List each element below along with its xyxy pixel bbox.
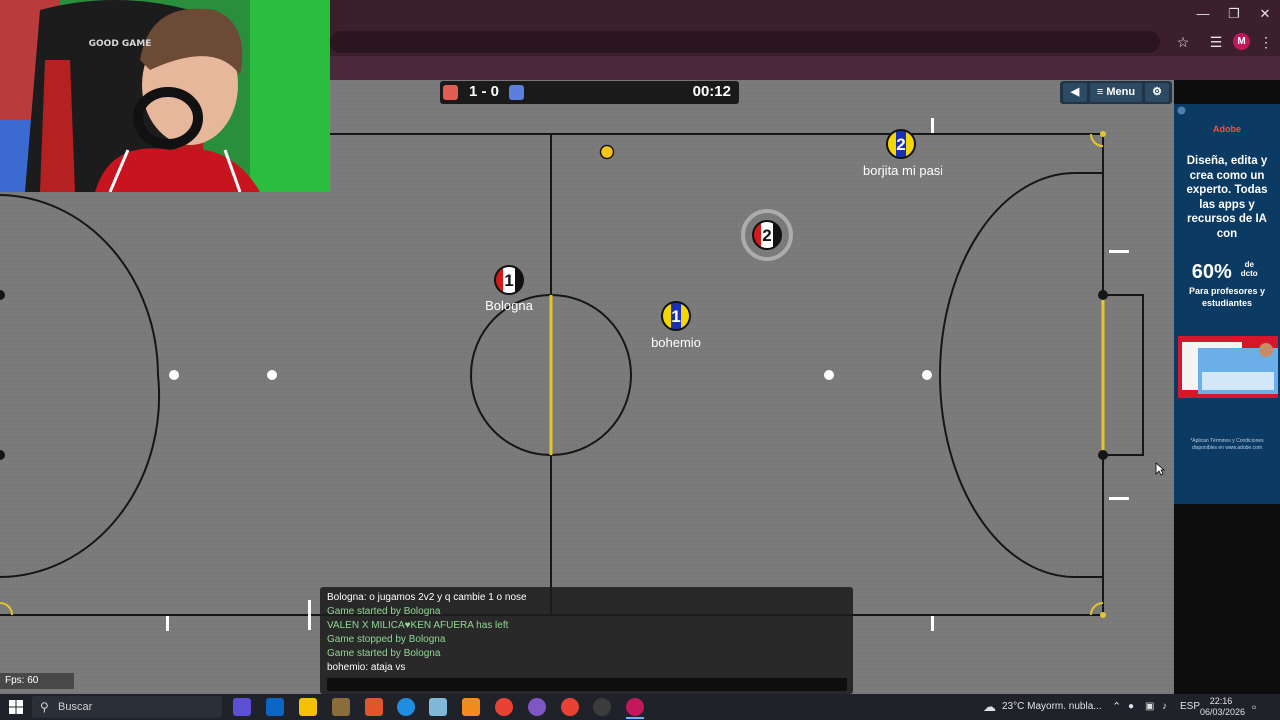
mouse-cursor-icon <box>1155 462 1165 476</box>
chat-input[interactable] <box>327 678 847 691</box>
language-indicator[interactable]: ESP <box>1180 694 1200 720</box>
ad-illustration <box>1178 336 1278 398</box>
player-disc-blue: 1 <box>661 301 691 331</box>
more-options-icon[interactable]: ⋮ <box>1256 32 1276 52</box>
player-name: Bologna <box>485 298 533 313</box>
network-icon[interactable]: ▣ <box>1145 694 1154 720</box>
chrome-active-icon[interactable] <box>626 698 644 716</box>
webcam-overlay: GOOD GAME <box>0 0 330 192</box>
ad-audience: Para profesores y estudiantes <box>1188 286 1266 308</box>
chrome-icon[interactable] <box>495 698 513 716</box>
ad-info-icon[interactable] <box>1177 106 1186 115</box>
notes-icon[interactable] <box>429 698 447 716</box>
chevron-up-icon[interactable]: ⌃ <box>1112 694 1121 720</box>
weather-cloud-icon[interactable]: ☁ <box>983 694 996 720</box>
ad-discount-suffix: de dcto <box>1240 260 1258 278</box>
red-team-swatch <box>443 85 458 100</box>
score: 1 - 0 <box>468 83 499 100</box>
menu-button[interactable]: ≡ Menu <box>1090 83 1142 102</box>
microphone-icon[interactable]: ● <box>1128 694 1134 720</box>
chat-line: Game started by Bologna <box>327 648 441 659</box>
ad-brand: Adobe <box>1213 124 1241 134</box>
player-disc-red-selected: 2 <box>741 209 793 261</box>
player-number: 1 <box>504 271 513 290</box>
minimize-icon[interactable]: — <box>1188 4 1218 24</box>
player-number: 2 <box>896 135 905 154</box>
copilot-icon[interactable] <box>233 698 251 716</box>
ball <box>599 144 615 160</box>
match-timer: 00:12 <box>692 83 731 100</box>
player-number: 1 <box>671 307 680 326</box>
blue-team-swatch <box>509 85 524 100</box>
windows-taskbar: ⚲ Buscar ☁ 23°C Mayorm. nubla... ⌃ ● ▣ ♪… <box>0 694 1280 720</box>
chat-line: Game stopped by Bologna <box>327 634 446 645</box>
ad-headline: Diseña, edita y crea como un experto. To… <box>1186 155 1268 240</box>
clock-time: 22:16 <box>1209 696 1233 706</box>
back-triangle-icon: ◀ <box>1070 86 1080 98</box>
search-placeholder: Buscar <box>58 701 93 713</box>
obs-icon[interactable] <box>593 698 611 716</box>
scoreboard: 1 - 0 00:12 <box>440 81 739 104</box>
fps-counter: Fps: 60 <box>0 673 74 689</box>
player-name: borjita mi pasi <box>863 163 942 178</box>
speaker-icon[interactable]: ♪ <box>1162 694 1167 720</box>
chat-line: bohemio: ataja vs <box>327 662 406 673</box>
media-control-icon[interactable]: ☰ <box>1206 32 1226 52</box>
ad-discount: 60% <box>1191 261 1232 283</box>
chrome-profile-icon[interactable] <box>528 698 546 716</box>
vlc-icon[interactable] <box>462 698 480 716</box>
notification-icon[interactable]: ▫ <box>1252 694 1256 720</box>
chat-line: Game started by Bologna <box>327 606 441 617</box>
player-disc-blue: 2 <box>886 129 916 159</box>
taskbar-clock[interactable]: 22:16 06/03/2026 <box>1200 696 1246 718</box>
ad-footnote: *Aplican Términos y Condiciones disponib… <box>1190 438 1264 451</box>
weather-text[interactable]: 23°C Mayorm. nubla... <box>1002 694 1102 720</box>
restore-icon[interactable]: ❐ <box>1219 4 1249 24</box>
minecraft-icon[interactable] <box>332 698 350 716</box>
active-app-indicator <box>626 717 644 719</box>
player-disc-red: 1 <box>494 265 524 295</box>
taskbar-search[interactable]: ⚲ Buscar <box>32 696 222 718</box>
chrome-profile-2-icon[interactable] <box>561 698 579 716</box>
ad-discount-line: 60% de dcto <box>1182 260 1272 284</box>
chat-line: Bologna: o jugamos 2v2 y q cambie 1 o no… <box>327 592 527 603</box>
chair-logo-text: GOOD GAME <box>89 39 152 49</box>
address-field[interactable] <box>330 31 1160 53</box>
settings-button[interactable]: ⚙ <box>1145 83 1169 102</box>
file-explorer-icon[interactable] <box>299 698 317 716</box>
adobe-ad-banner[interactable]: Adobe Diseña, edita y crea como un exper… <box>1174 104 1280 504</box>
chat-line: VALEN X MILICA♥KEN AFUERA has left <box>327 620 509 631</box>
menu-label: Menu <box>1106 86 1136 98</box>
gear-icon: ⚙ <box>1152 86 1162 98</box>
windows-start-icon[interactable] <box>9 700 23 714</box>
bookmark-star-icon[interactable]: ☆ <box>1173 32 1193 52</box>
clock-date: 06/03/2026 <box>1200 707 1246 717</box>
player-number: 2 <box>762 226 771 245</box>
profile-avatar[interactable]: M <box>1233 33 1250 50</box>
back-button[interactable]: ◀ <box>1063 83 1087 102</box>
outlook-icon[interactable] <box>266 698 284 716</box>
search-icon: ⚲ <box>40 700 49 714</box>
edge-icon[interactable] <box>397 698 415 716</box>
chat-panel: Bologna: o jugamos 2v2 y q cambie 1 o no… <box>320 587 853 694</box>
app-grid-icon[interactable] <box>365 698 383 716</box>
close-icon[interactable]: ✕ <box>1250 4 1280 24</box>
game-menu-bar: ◀ ≡ Menu ⚙ <box>1060 81 1172 104</box>
player-name: bohemio <box>651 335 701 350</box>
hamburger-icon: ≡ <box>1096 86 1104 98</box>
